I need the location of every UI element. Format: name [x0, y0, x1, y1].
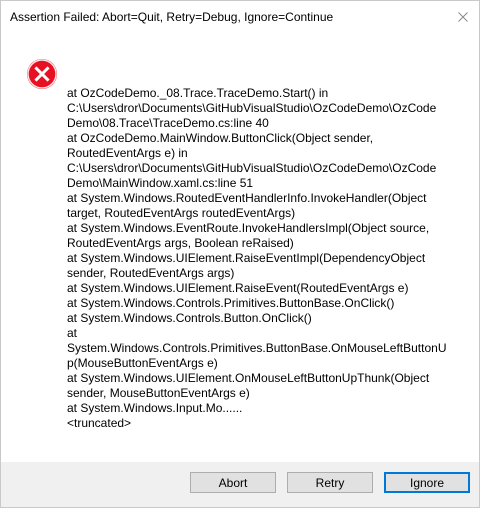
assertion-message: at OzCodeDemo._08.Trace.TraceDemo.Start(…	[67, 86, 461, 431]
message-line: at	[67, 326, 78, 340]
message-line: System.Windows.Controls.Primitives.Butto…	[67, 341, 447, 355]
error-icon	[27, 59, 57, 89]
retry-button[interactable]: Retry	[287, 472, 373, 493]
title-bar: Assertion Failed: Abort=Quit, Retry=Debu…	[1, 1, 479, 33]
close-button[interactable]	[447, 1, 479, 33]
message-line: at System.Windows.EventRoute.InvokeHandl…	[67, 221, 430, 235]
message-line: at System.Windows.Controls.Button.OnClic…	[67, 311, 312, 325]
message-line: C:\Users\dror\Documents\GitHubVisualStud…	[67, 101, 437, 115]
message-line: at OzCodeDemo._08.Trace.TraceDemo.Start(…	[67, 86, 329, 100]
dialog-content: at OzCodeDemo._08.Trace.TraceDemo.Start(…	[1, 33, 479, 462]
message-line: target, RoutedEventArgs routedEventArgs)	[67, 206, 296, 220]
message-line: at System.Windows.UIElement.OnMouseLeftB…	[67, 371, 430, 385]
message-line: RoutedEventArgs e) in	[67, 146, 188, 160]
message-line: at System.Windows.UIElement.RaiseEventIm…	[67, 251, 426, 265]
message-line: sender, RoutedEventArgs args)	[67, 266, 235, 280]
message-line: Demo\08.Trace\TraceDemo.cs:line 40	[67, 116, 269, 130]
message-line: at System.Windows.UIElement.RaiseEvent(R…	[67, 281, 409, 295]
abort-button[interactable]: Abort	[190, 472, 276, 493]
ignore-button[interactable]: Ignore	[384, 472, 470, 493]
message-line: <truncated>	[67, 416, 132, 430]
message-line: p(MouseButtonEventArgs e)	[67, 356, 218, 370]
message-line: at OzCodeDemo.MainWindow.ButtonClick(Obj…	[67, 131, 374, 145]
message-line: C:\Users\dror\Documents\GitHubVisualStud…	[67, 161, 437, 175]
assertion-dialog: Assertion Failed: Abort=Quit, Retry=Debu…	[0, 0, 480, 508]
message-line: Demo\MainWindow.xaml.cs:line 51	[67, 176, 254, 190]
message-line: RoutedEventArgs args, Boolean reRaised)	[67, 236, 294, 250]
message-line: sender, MouseButtonEventArgs e)	[67, 386, 250, 400]
close-icon	[458, 12, 468, 22]
message-line: at System.Windows.RoutedEventHandlerInfo…	[67, 191, 427, 205]
message-line: at System.Windows.Input.Mo......	[67, 401, 243, 415]
message-line: at System.Windows.Controls.Primitives.Bu…	[67, 296, 395, 310]
window-title: Assertion Failed: Abort=Quit, Retry=Debu…	[10, 10, 334, 24]
button-bar: Abort Retry Ignore	[1, 462, 479, 507]
